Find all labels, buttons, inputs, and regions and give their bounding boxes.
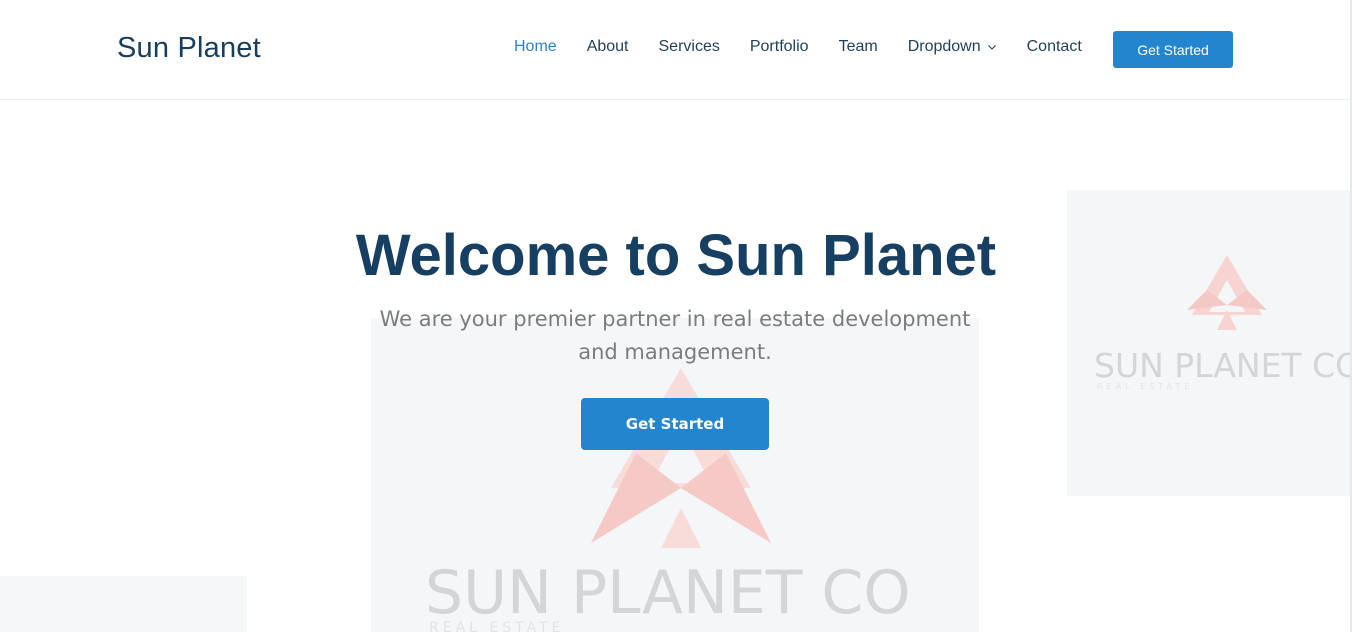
- nav-item-dropdown[interactable]: Dropdown: [908, 38, 997, 56]
- brand-logo[interactable]: Sun Planet: [117, 32, 261, 65]
- nav-item-dropdown-label: Dropdown: [907, 38, 981, 55]
- hero-title: Welcome to Sun Planet: [355, 223, 997, 288]
- main-nav: Home About Services Portfolio Team Dropd…: [500, 38, 1112, 56]
- site-header: Sun Planet Home About Services Portfolio…: [0, 0, 1352, 100]
- nav-item-team[interactable]: Team: [839, 38, 878, 56]
- header-get-started-button[interactable]: Get Started: [1113, 31, 1233, 68]
- chevron-down-icon: [987, 45, 996, 50]
- nav-item-services[interactable]: Services: [659, 38, 720, 56]
- nav-item-contact[interactable]: Contact: [1027, 38, 1082, 56]
- nav-item-about[interactable]: About: [587, 38, 629, 56]
- hero-get-started-button[interactable]: Get Started: [581, 398, 769, 450]
- nav-item-portfolio[interactable]: Portfolio: [750, 38, 809, 56]
- hero-section: Welcome to Sun Planet We are your premie…: [0, 100, 1352, 632]
- hero-subtitle: We are your premier partner in real esta…: [379, 307, 971, 364]
- nav-item-home[interactable]: Home: [514, 38, 557, 56]
